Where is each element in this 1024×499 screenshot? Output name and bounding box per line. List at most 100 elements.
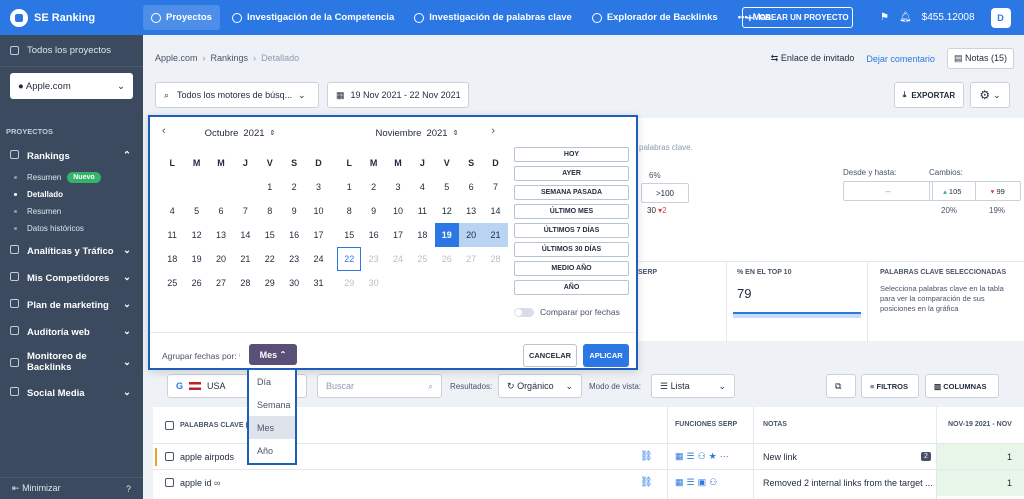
calendar-day[interactable]: 22: [258, 247, 282, 271]
calendar-day[interactable]: 13: [459, 199, 483, 223]
calendar-day[interactable]: 31: [306, 271, 330, 295]
next-month-icon[interactable]: ›: [491, 125, 495, 137]
flag-icon[interactable]: ⚑: [880, 12, 889, 23]
nav-backlinks[interactable]: Explorador de Backlinks: [584, 5, 726, 30]
quick-range-button[interactable]: SEMANA PASADA: [514, 185, 629, 200]
sidebar-sub-detallado[interactable]: Detallado: [0, 186, 143, 203]
sidebar-item-competidores[interactable]: Mis Competidores ⌄: [0, 264, 143, 291]
calendar-day[interactable]: 4: [410, 175, 434, 199]
calendar-day[interactable]: 29: [258, 271, 282, 295]
calendar-day[interactable]: 6: [459, 175, 483, 199]
calendar-day[interactable]: 20: [458, 223, 484, 247]
calendar-day[interactable]: 22: [337, 247, 362, 271]
date-range-picker[interactable]: ▦ 19 Nov 2021 - 22 Nov 2021: [327, 82, 469, 108]
view-mode-select[interactable]: ☰ Lista ⌄: [651, 374, 735, 398]
calendar-day[interactable]: 15: [258, 223, 282, 247]
calendar-day[interactable]: 6: [209, 199, 233, 223]
calendar-day[interactable]: 8: [337, 199, 361, 223]
calendar-day[interactable]: 20: [209, 247, 233, 271]
apply-button[interactable]: APLICAR: [583, 344, 629, 367]
year-name[interactable]: 2021: [426, 128, 447, 139]
calendar-day[interactable]: 4: [160, 199, 184, 223]
group-by-select[interactable]: Mes ⌃: [249, 344, 297, 365]
quick-range-button[interactable]: AYER: [514, 166, 629, 181]
calendar-day[interactable]: 7: [483, 175, 507, 199]
calendar-day[interactable]: 19: [434, 223, 459, 247]
sidebar-item-analiticas[interactable]: Analíticas y Tráfico ⌄: [0, 237, 143, 264]
option-ano[interactable]: Año: [249, 439, 295, 462]
calendar-day[interactable]: 24: [306, 247, 330, 271]
calendar-day[interactable]: 8: [258, 199, 282, 223]
calendar-day[interactable]: 14: [233, 223, 257, 247]
export-button[interactable]: ⤓ EXPORTAR: [894, 82, 964, 108]
search-input[interactable]: Buscar ⌕: [317, 374, 442, 398]
calendar-day[interactable]: 10: [386, 199, 410, 223]
brand-logo[interactable]: SE Ranking: [0, 8, 143, 27]
sidebar-item-marketing[interactable]: Plan de marketing ⌄: [0, 291, 143, 318]
nav-competencia[interactable]: Investigación de la Competencia: [224, 5, 402, 30]
changes-down[interactable]: ▾ 99: [976, 182, 1021, 200]
breadcrumb-item[interactable]: Apple.com: [155, 53, 198, 63]
calendar-day[interactable]: 21: [483, 223, 508, 247]
help-icon[interactable]: ?: [126, 484, 131, 494]
link-icon[interactable]: ⛓: [640, 451, 653, 462]
project-selector[interactable]: ● Apple.com ⌄: [10, 73, 133, 99]
nav-proyectos[interactable]: Proyectos: [143, 5, 220, 30]
checkbox[interactable]: [165, 478, 174, 487]
toggle-switch[interactable]: [514, 307, 534, 317]
calendar-day[interactable]: 10: [306, 199, 330, 223]
calendar-day[interactable]: 1: [258, 175, 282, 199]
quick-range-button[interactable]: ÚLTIMOS 7 DÍAS: [514, 223, 629, 238]
avatar[interactable]: D: [990, 7, 1011, 28]
calendar-day[interactable]: 23: [282, 247, 306, 271]
table-row[interactable]: apple id ∞ ⛓ ▦☰▣⚇ Removed 2 internal lin…: [153, 469, 1024, 496]
quick-range-button[interactable]: HOY: [514, 147, 629, 162]
calendar-day[interactable]: 18: [160, 247, 184, 271]
quick-range-button[interactable]: ÚLTIMOS 30 DÍAS: [514, 242, 629, 257]
calendar-day[interactable]: 3: [386, 175, 410, 199]
calendar-day[interactable]: 12: [435, 199, 459, 223]
calendar-day[interactable]: 17: [306, 223, 330, 247]
calendar-day[interactable]: 30: [282, 271, 306, 295]
settings-button[interactable]: ⚙ ⌄: [970, 82, 1010, 108]
calendar-day[interactable]: 25: [160, 271, 184, 295]
calendar-day[interactable]: 14: [483, 199, 507, 223]
results-select[interactable]: ↻ Orgánico ⌄: [498, 374, 582, 398]
calendar-day[interactable]: 16: [361, 223, 385, 247]
minimize-sidebar[interactable]: ⇤ Minimizar?: [0, 477, 143, 499]
breadcrumb-item[interactable]: Rankings: [211, 53, 249, 63]
calendar-day[interactable]: 17: [386, 223, 410, 247]
calendar-day[interactable]: 5: [435, 175, 459, 199]
range-input[interactable]: –: [843, 181, 933, 201]
sidebar-sub-historicos[interactable]: Datos históricos: [0, 220, 143, 237]
calendar-day[interactable]: 9: [282, 199, 306, 223]
quick-range-button[interactable]: AÑO: [514, 280, 629, 295]
year-stepper-icon[interactable]: ⇕: [453, 129, 459, 137]
calendar-day[interactable]: 2: [361, 175, 385, 199]
calendar-day[interactable]: 19: [184, 247, 208, 271]
calendar-day[interactable]: 7: [233, 199, 257, 223]
option-dia[interactable]: Día: [249, 370, 295, 393]
balance[interactable]: $455.12008: [922, 12, 975, 23]
link-icon[interactable]: ⛓: [640, 477, 653, 488]
columns-button[interactable]: ▥ COLUMNAS: [925, 374, 999, 398]
quick-range-button[interactable]: MEDIO AÑO: [514, 261, 629, 276]
year-stepper-icon[interactable]: ⇕: [270, 129, 276, 137]
comment-link[interactable]: Dejar comentario: [866, 54, 935, 64]
sidebar-sub-resumen-2[interactable]: Resumen: [0, 203, 143, 220]
option-semana[interactable]: Semana: [249, 393, 295, 416]
calendar-day[interactable]: 15: [337, 223, 361, 247]
calendar-day[interactable]: 3: [306, 175, 330, 199]
sidebar-all-projects[interactable]: Todos los proyectos: [0, 35, 143, 67]
checkbox[interactable]: [165, 452, 174, 461]
calendar-day[interactable]: 21: [233, 247, 257, 271]
calendar-day[interactable]: 18: [410, 223, 434, 247]
changes-up[interactable]: ▴ 105: [930, 182, 976, 200]
calendar-day[interactable]: 16: [282, 223, 306, 247]
header-keywords[interactable]: PALABRAS CLAVE (1: [165, 421, 252, 430]
checkbox[interactable]: [165, 421, 174, 430]
calendar-day[interactable]: 26: [184, 271, 208, 295]
quick-range-button[interactable]: ÚLTIMO MES: [514, 204, 629, 219]
calendar-day[interactable]: 2: [282, 175, 306, 199]
cancel-button[interactable]: CANCELAR: [523, 344, 577, 367]
